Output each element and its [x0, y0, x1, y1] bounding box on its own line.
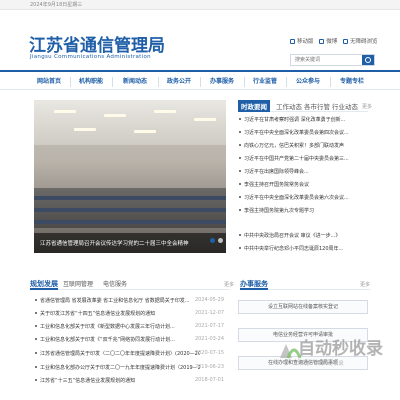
banner-carousel[interactable]: 江苏省通信管理局召开会议传达学习党的二十届三中全会精神: [34, 100, 226, 253]
search-box: [290, 54, 375, 66]
list-item[interactable]: 习近平在中央全面深化改革委员会第四次会议...: [238, 129, 368, 136]
banner-caption[interactable]: 江苏省通信管理局召开会议传达学习党的二十届三中全会精神: [40, 239, 189, 247]
news-tabs: 时政要闻 工作动态 各市行管 行业动态 更多: [238, 100, 372, 112]
site-subtitle: Jiangsu Communications Administration: [30, 54, 151, 60]
nav-divider: [200, 77, 201, 87]
banner-photo: [34, 100, 226, 145]
service-website-filing-button[interactable]: 设立互联网站在线备案核实登记: [238, 300, 368, 314]
mobile-icon: [290, 39, 295, 44]
site-header: 江苏省通信管理局 Jiangsu Communications Administ…: [0, 10, 400, 66]
nav-item-about[interactable]: 机构职能: [72, 75, 110, 89]
list-item[interactable]: 中共中央举行纪念邓小平同志诞辰120周年...: [238, 245, 368, 252]
current-date: 2024年9月18日星期三: [30, 2, 83, 8]
list-item[interactable]: 习近平在中央全面深化改革委员会第六次会议...: [238, 194, 368, 201]
nav-item-home[interactable]: 网站首页: [30, 75, 68, 89]
watermark-overlay: 自动秒收录 来访一次 自动收录: [276, 334, 396, 374]
banner-photo-detail: [54, 110, 76, 113]
nav-item-services[interactable]: 办事服务: [202, 75, 242, 89]
banner-photo-detail: [194, 118, 216, 121]
list-item[interactable]: 江苏省“十三五”信息通信业发展规划的通知 2018-07-01: [34, 377, 224, 385]
quicklink-accessibility[interactable]: 无障碍浏览: [343, 37, 378, 45]
section-divider: [30, 289, 230, 290]
carousel-dot[interactable]: [226, 238, 231, 243]
quicklink-mobile[interactable]: 移动版: [290, 37, 314, 45]
watermark-text: 自动秒收录: [298, 339, 383, 359]
nav-divider: [330, 77, 331, 87]
tab-city-news[interactable]: 各市行管: [304, 101, 330, 111]
nav-item-participation[interactable]: 公众参与: [288, 75, 328, 89]
banner-photo-detail: [134, 130, 156, 133]
weibo-icon: [319, 39, 325, 44]
search-icon[interactable]: [362, 55, 374, 65]
top-bar: 2024年9月18日星期三: [0, 0, 400, 10]
tab-politics-news[interactable]: 时政要闻: [238, 100, 270, 112]
nav-item-topics[interactable]: 专题专栏: [332, 75, 372, 89]
tab-telecom-services[interactable]: 电信服务: [103, 279, 127, 288]
list-item[interactable]: 工业和信息化部关于印发《新型数据中心发展三年行动计划... 2021-07-17: [34, 323, 224, 331]
list-item[interactable]: 关于印发江苏省“十四五”信息通信业发展规划的通知 2021-12-07: [34, 310, 224, 318]
list-item[interactable]: 中共中央政治局召开会议 审议《进一步...》: [238, 232, 368, 239]
nav-divider: [158, 77, 159, 87]
list-item[interactable]: 工业和信息化部关于印发《“双千兆”网络协同发展行动计划... 2021-03-24: [34, 336, 224, 344]
quick-links: 移动版 微博 无障碍浏览: [290, 37, 382, 45]
tab-work-news[interactable]: 工作动态: [276, 101, 302, 111]
nav-divider: [112, 77, 113, 87]
nav-item-regulation[interactable]: 行业监管: [246, 75, 284, 89]
quicklink-weibo[interactable]: 微博: [319, 37, 337, 45]
nav-item-public-affairs[interactable]: 政务公开: [160, 75, 198, 89]
site-title[interactable]: 江苏省通信管理局: [29, 31, 165, 56]
list-item[interactable]: 习近平在中国共产党第二十届中央委员会第三...: [238, 155, 368, 162]
section-accent: [30, 288, 58, 290]
nav-divider: [286, 77, 287, 87]
tab-industry-news[interactable]: 行业动态: [332, 101, 358, 111]
banner-photo-detail: [34, 196, 226, 200]
list-item[interactable]: 省通信管理局 省发展改革委 省工业和信息化厅 省数据局关于印发... 2024-0…: [34, 297, 224, 305]
banner-photo-detail: [34, 220, 226, 224]
news-panel: 时政要闻 工作动态 各市行管 行业动态 更多 习近平在甘肃考察时强调 深化改革勇…: [238, 100, 372, 260]
carousel-dot[interactable]: [210, 238, 215, 243]
banner-photo-detail: [104, 114, 126, 117]
search-input[interactable]: [291, 55, 361, 65]
nav-divider: [244, 77, 245, 87]
banner-caption-bar: 江苏省通信管理局召开会议传达学习党的二十届三中全会精神: [34, 233, 226, 253]
banner-photo-detail: [154, 110, 176, 113]
nav-divider: [70, 77, 71, 87]
services-more-link[interactable]: 更多: [360, 281, 370, 288]
news-more-link[interactable]: 更多: [362, 103, 372, 110]
list-item[interactable]: 江苏省通信管理局关于印发〈二〇二〇年年度提速降费计划〉(2020—2022) 20…: [34, 350, 224, 358]
main-nav: 网站首页 机构职能 新闻动态 政务公开 办事服务 行业监管 公众参与 专题专栏: [0, 70, 400, 90]
list-item[interactable]: 李强主持召开国务院常务会议: [238, 181, 368, 188]
section-accent: [240, 288, 268, 290]
planning-more-link[interactable]: 更多: [224, 281, 234, 288]
banner-photo-detail: [74, 128, 96, 131]
nav-item-news[interactable]: 新闻动态: [114, 75, 156, 89]
list-item[interactable]: 李强主持国务院第九次专题学习: [238, 207, 368, 214]
list-item[interactable]: 习近平在出席国际领导峰会...: [238, 168, 368, 175]
list-item[interactable]: 向铁心万亿元，信巴关积累！多部门联动发声: [238, 142, 368, 149]
carousel-dot[interactable]: [218, 238, 223, 243]
accessibility-icon: [343, 39, 349, 44]
list-item[interactable]: 习近平在甘肃考察时强调 深化改革勇于创新...: [238, 116, 368, 123]
list-item[interactable]: 工业和信息化部办公厅关于印发二〇一九年年度提速降费计划（2019—2021） 20…: [34, 364, 224, 372]
tab-internet-management[interactable]: 互联网管理: [63, 279, 93, 288]
banner-photo-detail: [34, 208, 226, 212]
watermark-subtext: 来访一次 自动收录: [298, 361, 344, 367]
